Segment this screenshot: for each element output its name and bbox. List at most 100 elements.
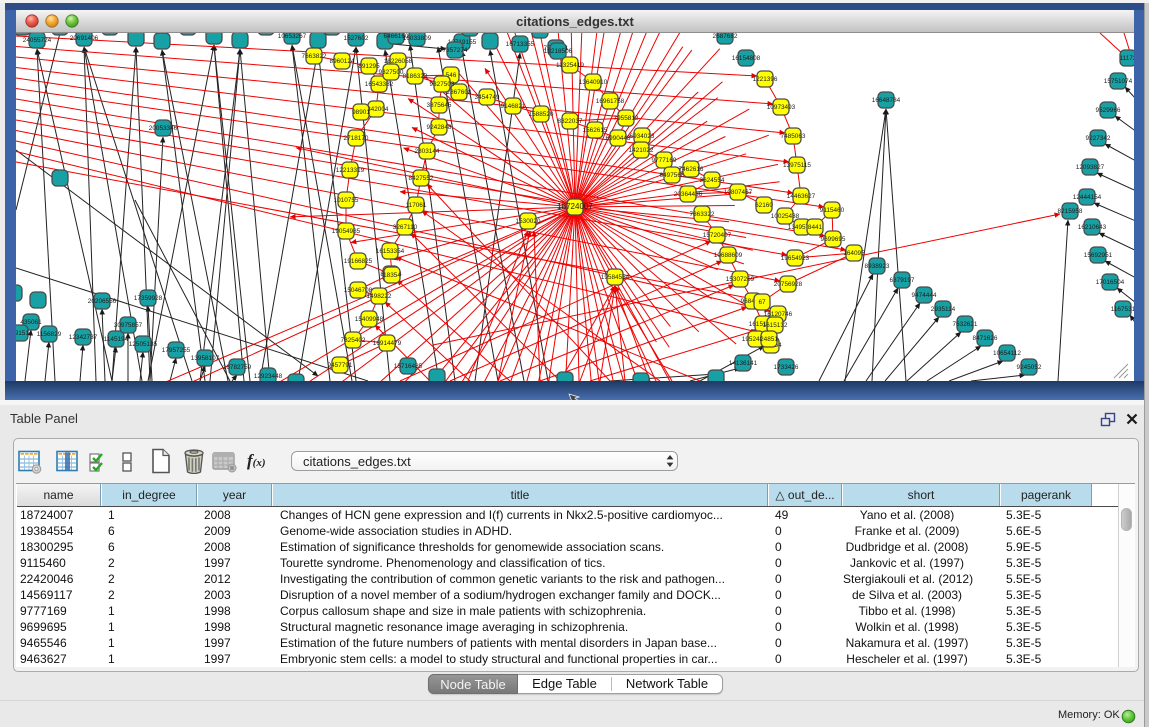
svg-text:19054985: 19054985 (332, 228, 361, 235)
svg-text:98901: 98901 (352, 109, 370, 116)
svg-text:15409948: 15409948 (355, 316, 384, 323)
svg-text:9242848: 9242848 (427, 124, 452, 131)
svg-text:20691406: 20691406 (70, 35, 99, 42)
svg-text:9529966: 9529966 (1096, 107, 1121, 114)
svg-text:16543382: 16543382 (365, 81, 394, 88)
svg-text:8427552: 8427552 (409, 175, 434, 182)
svg-text:19584554: 19584554 (601, 274, 630, 281)
svg-text:6934023: 6934023 (630, 133, 655, 140)
svg-text:12213319: 12213319 (336, 167, 365, 174)
svg-text:9245052: 9245052 (1017, 364, 1042, 371)
svg-text:1498222: 1498222 (367, 293, 392, 300)
svg-text:18354: 18354 (383, 272, 401, 279)
svg-text:2687682: 2687682 (713, 33, 738, 40)
svg-text:8186323: 8186323 (403, 73, 428, 80)
svg-text:20756928: 20756928 (774, 281, 803, 288)
svg-text:6379197: 6379197 (890, 277, 915, 284)
svg-text:15307269: 15307269 (726, 276, 755, 283)
svg-text:6990448: 6990448 (606, 135, 631, 142)
svg-text:12505135: 12505135 (129, 341, 158, 348)
svg-text:3875645: 3875645 (427, 102, 452, 109)
svg-text:7632621: 7632621 (953, 321, 978, 328)
svg-text:1733426: 1733426 (774, 364, 799, 371)
svg-text:15716485: 15716485 (394, 363, 423, 370)
svg-text:14136141: 14136141 (729, 360, 758, 367)
svg-text:8813054: 8813054 (528, 33, 553, 34)
svg-text:3454749: 3454749 (475, 94, 500, 101)
svg-text:1588520: 1588520 (529, 111, 554, 118)
svg-text:1145194: 1145194 (104, 336, 129, 343)
svg-text:8960124: 8960124 (330, 58, 355, 65)
svg-text:9227342: 9227342 (1086, 135, 1111, 142)
svg-text:1156829: 1156829 (37, 331, 62, 338)
svg-text:9146821: 9146821 (501, 103, 526, 110)
svg-text:3267110: 3267110 (393, 224, 418, 231)
svg-text:15692951: 15692951 (1084, 252, 1113, 259)
svg-text:20206556: 20206556 (88, 298, 117, 305)
svg-text:3624554: 3624554 (700, 177, 725, 184)
svg-text:12923448: 12923448 (254, 373, 283, 380)
svg-text:10653267: 10653267 (278, 33, 307, 40)
svg-text:1221396: 1221396 (753, 76, 778, 83)
svg-text:13958107: 13958107 (191, 355, 220, 362)
svg-text:7825402: 7825402 (341, 337, 366, 344)
svg-text:1010755: 1010755 (334, 197, 359, 204)
svg-text:11172: 11172 (1120, 55, 1134, 62)
svg-text:1167531: 1167531 (1111, 306, 1134, 313)
svg-text:8938923: 8938923 (865, 263, 890, 270)
svg-text:7462616: 7462616 (679, 166, 704, 173)
svg-text:7357274: 7357274 (443, 47, 468, 54)
svg-text:16210643: 16210643 (1078, 224, 1107, 231)
svg-text:16914479: 16914479 (373, 340, 402, 347)
svg-text:9115460: 9115460 (820, 207, 845, 214)
svg-text:15751074: 15751074 (1104, 78, 1133, 85)
svg-text:8322037: 8322037 (558, 118, 583, 125)
svg-text:11325419: 11325419 (556, 62, 584, 69)
svg-text:24055724: 24055724 (23, 37, 52, 44)
svg-text:16648784: 16648784 (872, 97, 901, 104)
svg-text:17016504: 17016504 (1096, 279, 1125, 286)
svg-text:12342737: 12342737 (69, 334, 98, 341)
svg-text:7663822: 7663822 (302, 53, 327, 60)
svg-text:7485063: 7485063 (781, 133, 806, 140)
svg-text:10025438: 10025438 (771, 213, 800, 220)
svg-text:2803144: 2803144 (415, 148, 440, 155)
svg-text:62160: 62160 (755, 202, 773, 209)
svg-text:9474444: 9474444 (912, 292, 937, 299)
svg-text:2867608: 2867608 (447, 89, 472, 96)
svg-text:20053346: 20053346 (149, 125, 178, 132)
svg-text:16154808: 16154808 (732, 55, 761, 62)
svg-text:1527602: 1527602 (344, 35, 369, 42)
svg-text:67: 67 (758, 299, 766, 306)
svg-text:9327500: 9327500 (379, 69, 404, 76)
svg-text:8471626: 8471626 (973, 335, 998, 342)
svg-text:13975115: 13975115 (783, 162, 811, 169)
svg-text:19166825: 19166825 (344, 258, 373, 265)
svg-text:7955812: 7955812 (614, 115, 639, 122)
svg-text:16713355: 16713355 (506, 41, 535, 48)
svg-text:2935114: 2935114 (931, 306, 956, 313)
svg-text:9777169: 9777169 (652, 157, 677, 164)
svg-text:16961758: 16961758 (596, 98, 625, 105)
svg-text:17957255: 17957255 (162, 347, 191, 354)
svg-text:10807467: 10807467 (724, 189, 753, 196)
svg-text:6497568: 6497568 (660, 172, 685, 179)
svg-text:19218506: 19218506 (544, 48, 573, 55)
svg-text:1530020: 1530020 (516, 218, 541, 225)
svg-text:8441: 8441 (808, 224, 823, 231)
svg-text:9699695: 9699695 (821, 236, 846, 243)
svg-text:1562615: 1562615 (583, 127, 608, 134)
svg-text:10973493: 10973493 (767, 104, 796, 111)
svg-text:9327508: 9327508 (430, 81, 455, 88)
svg-text:8215958: 8215958 (1058, 208, 1083, 215)
svg-text:891295: 891295 (358, 63, 380, 70)
svg-text:9457791: 9457791 (328, 362, 353, 369)
svg-text:10654112: 10654112 (993, 350, 1021, 357)
svg-text:18724007: 18724007 (557, 202, 593, 211)
svg-text:1615132: 1615132 (763, 322, 788, 329)
svg-text:15720407: 15720407 (703, 232, 732, 239)
svg-text:20364436: 20364436 (674, 191, 703, 198)
svg-text:10688609: 10688609 (714, 252, 743, 259)
svg-text:164095: 164095 (843, 250, 865, 257)
svg-text:14463627: 14463627 (787, 193, 816, 200)
